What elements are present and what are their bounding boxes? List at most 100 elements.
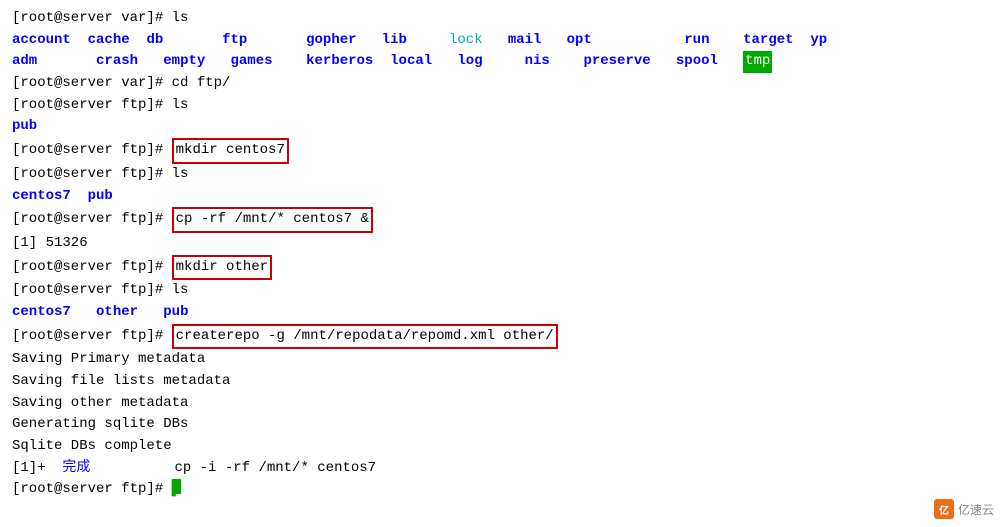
line-19: Generating sqlite DBs — [12, 414, 992, 436]
sp — [163, 30, 222, 52]
prompt-5: [root@server ftp]# — [12, 95, 172, 117]
ls-spool: spool — [676, 51, 718, 73]
line-5: [root@server ftp]# ls — [12, 95, 992, 117]
sp — [710, 30, 744, 52]
ls-account: account — [12, 30, 71, 52]
ls-db: db — [146, 30, 163, 52]
cmd-13: ls — [172, 280, 189, 302]
sp — [541, 30, 566, 52]
output-completion-done: 完成 — [62, 458, 90, 480]
ls-adm: adm — [12, 51, 37, 73]
output-completion-bracket: [1]+ — [12, 458, 62, 480]
line-12: [root@server ftp]# mkdir other — [12, 255, 992, 281]
ls-nis: nis — [525, 51, 550, 73]
output-saving-other: Saving other metadata — [12, 393, 188, 415]
ls-centos7-2: centos7 — [12, 302, 71, 324]
line-14: centos7 other pub — [12, 302, 992, 324]
output-job: [1] 51326 — [12, 233, 88, 255]
ls-pub-1: pub — [88, 186, 113, 208]
prompt-4: [root@server var]# — [12, 73, 172, 95]
line-20: Sqlite DBs complete — [12, 436, 992, 458]
ls-target: target — [743, 30, 793, 52]
line-16: Saving Primary metadata — [12, 349, 992, 371]
prompt-7: [root@server ftp]# — [12, 140, 172, 162]
watermark-logo: 亿 — [934, 499, 954, 519]
sp — [373, 51, 390, 73]
sp — [592, 30, 684, 52]
prompt-13: [root@server ftp]# — [12, 280, 172, 302]
line-7: [root@server ftp]# mkdir centos7 — [12, 138, 992, 164]
cursor: ▌ — [172, 479, 181, 494]
sp — [407, 30, 449, 52]
sp — [718, 51, 743, 73]
prompt-22: [root@server ftp]# — [12, 479, 172, 501]
cmd-8: ls — [172, 164, 189, 186]
ls-gopher: gopher — [306, 30, 356, 52]
line-3: adm crash empty games kerberos local log… — [12, 51, 992, 73]
sp — [550, 51, 584, 73]
line-22: [root@server ftp]# ▌ — [12, 479, 992, 501]
sp — [138, 51, 163, 73]
sp — [71, 302, 96, 324]
ls-run: run — [684, 30, 709, 52]
cmd-1: ls — [172, 8, 189, 30]
prompt-10: [root@server ftp]# — [12, 209, 172, 231]
terminal: [root@server var]# ls account cache db f… — [12, 8, 992, 501]
sp — [130, 30, 147, 52]
prompt-15: [root@server ftp]# — [12, 326, 172, 348]
sp — [138, 302, 163, 324]
line-21: [1]+ 完成 cp -i -rf /mnt/* centos7 — [12, 458, 992, 480]
cmd-4: cd ftp/ — [172, 73, 231, 95]
sp — [205, 51, 230, 73]
ls-opt: opt — [567, 30, 592, 52]
ls-lock: lock — [449, 30, 483, 52]
sp — [483, 30, 508, 52]
sp — [247, 30, 306, 52]
prompt-1: [root@server var]# — [12, 8, 172, 30]
line-2: account cache db ftp gopher lib lock mai… — [12, 30, 992, 52]
output-saving-primary: Saving Primary metadata — [12, 349, 205, 371]
cmd-mkdir-other: mkdir other — [172, 255, 272, 281]
line-8: [root@server ftp]# ls — [12, 164, 992, 186]
sp — [71, 30, 88, 52]
ls-kerberos: kerberos — [306, 51, 373, 73]
cmd-cp-centos7: cp -rf /mnt/* centos7 & — [172, 207, 373, 233]
output-completion-cmd: cp -i -rf /mnt/* centos7 — [174, 458, 376, 480]
line-4: [root@server var]# cd ftp/ — [12, 73, 992, 95]
ls-tmp: tmp — [743, 51, 772, 73]
line-18: Saving other metadata — [12, 393, 992, 415]
sp — [357, 30, 382, 52]
ls-games: games — [231, 51, 273, 73]
sp — [273, 51, 307, 73]
ls-crash: crash — [96, 51, 138, 73]
cmd-createrepo: createrepo -g /mnt/repodata/repomd.xml o… — [172, 324, 558, 350]
ls-empty: empty — [163, 51, 205, 73]
output-pub-1: pub — [12, 116, 37, 138]
line-1: [root@server var]# ls — [12, 8, 992, 30]
sp — [432, 51, 457, 73]
ls-mail: mail — [508, 30, 542, 52]
output-completion-spaces — [90, 458, 174, 480]
ls-lib: lib — [382, 30, 407, 52]
prompt-12: [root@server ftp]# — [12, 257, 172, 279]
sp — [71, 186, 88, 208]
watermark: 亿 亿速云 — [934, 499, 994, 519]
cmd-mkdir-centos7: mkdir centos7 — [172, 138, 289, 164]
ls-other: other — [96, 302, 138, 324]
line-17: Saving file lists metadata — [12, 371, 992, 393]
output-saving-file: Saving file lists metadata — [12, 371, 230, 393]
line-11: [1] 51326 — [12, 233, 992, 255]
cmd-5: ls — [172, 95, 189, 117]
sp — [483, 51, 525, 73]
ls-log: log — [457, 51, 482, 73]
ls-ftp: ftp — [222, 30, 247, 52]
line-13: [root@server ftp]# ls — [12, 280, 992, 302]
ls-local: local — [390, 51, 432, 73]
sp — [794, 30, 811, 52]
output-sqlite-complete: Sqlite DBs complete — [12, 436, 172, 458]
line-6: pub — [12, 116, 992, 138]
ls-pub-2: pub — [163, 302, 188, 324]
line-9: centos7 pub — [12, 186, 992, 208]
ls-cache: cache — [88, 30, 130, 52]
sp — [651, 51, 676, 73]
